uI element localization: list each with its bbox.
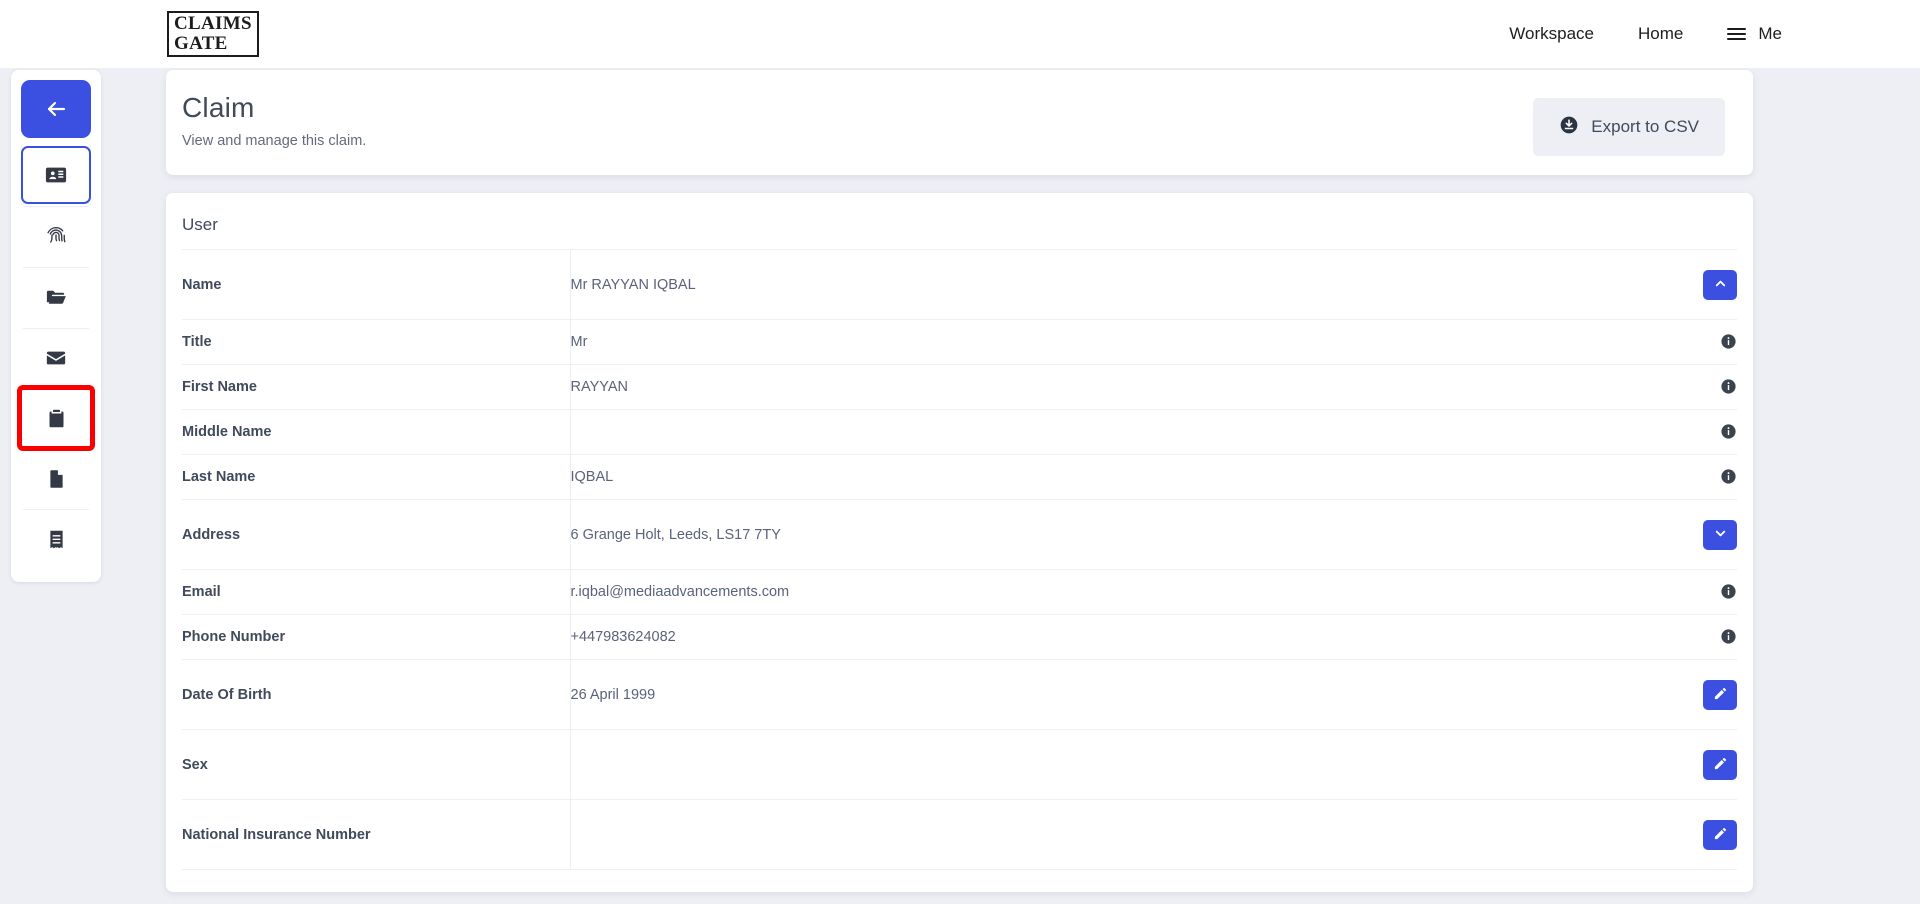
hamburger-icon xyxy=(1727,28,1747,40)
logo-line-1: CLAIMS xyxy=(174,13,252,34)
main-content: Claim View and manage this claim. Export… xyxy=(166,70,1753,892)
id-card-icon xyxy=(45,164,67,186)
folder-icon xyxy=(45,286,68,309)
sidebar-item-mail[interactable] xyxy=(21,329,91,387)
row-value: +447983624082 xyxy=(570,629,676,645)
info-icon[interactable] xyxy=(1720,423,1737,440)
row-action xyxy=(1647,570,1737,615)
table-row: Email r.iqbal@mediaadvancements.com xyxy=(182,569,1737,615)
table-row: Name Mr RAYYAN IQBAL xyxy=(182,249,1737,320)
row-value: 6 Grange Holt, Leeds, LS17 7TY xyxy=(570,526,781,543)
row-label: National Insurance Number xyxy=(182,799,571,870)
edit-national-insurance-number-button[interactable] xyxy=(1703,819,1737,850)
table-row: Address 6 Grange Holt, Leeds, LS17 7TY xyxy=(182,499,1737,570)
row-label: Phone Number xyxy=(182,614,571,660)
nav-links: Workspace Home Me xyxy=(1509,0,1782,68)
arrow-left-icon xyxy=(44,97,68,121)
chevron-up-icon xyxy=(1713,276,1728,294)
row-value: Mr xyxy=(570,334,588,350)
nav-home[interactable]: Home xyxy=(1638,24,1683,44)
file-icon xyxy=(46,468,67,489)
download-circle-icon xyxy=(1559,115,1579,140)
row-action xyxy=(1647,250,1737,320)
info-icon[interactable] xyxy=(1720,583,1737,600)
pencil-icon xyxy=(1713,826,1728,844)
info-icon[interactable] xyxy=(1720,628,1737,645)
pencil-icon xyxy=(1713,756,1728,774)
row-action xyxy=(1647,615,1737,660)
table-row: Middle Name xyxy=(182,409,1737,455)
row-label: Name xyxy=(182,249,571,320)
edit-sex-button[interactable] xyxy=(1703,749,1737,780)
pencil-icon xyxy=(1713,686,1728,704)
sidebar-item-claim[interactable] xyxy=(17,385,95,451)
top-navigation-bar: CLAIMS GATE Workspace Home Me xyxy=(0,0,1920,68)
row-action xyxy=(1647,730,1737,800)
table-row: Sex xyxy=(182,729,1737,800)
left-icon-rail xyxy=(11,70,101,582)
sidebar-item-folder[interactable] xyxy=(21,268,91,326)
page-title: Claim xyxy=(182,92,255,123)
row-value: 26 April 1999 xyxy=(570,686,656,703)
sidebar-item-document[interactable] xyxy=(21,449,91,507)
sidebar-item-id-card[interactable] xyxy=(21,146,91,204)
collapse-name-button[interactable] xyxy=(1703,269,1737,300)
row-value: IQBAL xyxy=(570,469,614,485)
info-icon[interactable] xyxy=(1720,468,1737,485)
info-icon[interactable] xyxy=(1720,378,1737,395)
expand-address-button[interactable] xyxy=(1703,519,1737,550)
export-to-csv-button[interactable]: Export to CSV xyxy=(1533,98,1725,156)
page-header-text: Claim View and manage this claim. xyxy=(182,92,366,149)
chevron-down-icon xyxy=(1713,526,1728,544)
row-label: First Name xyxy=(182,364,571,410)
receipt-icon xyxy=(46,529,67,550)
table-row: Phone Number +447983624082 xyxy=(182,614,1737,660)
row-action xyxy=(1647,320,1737,365)
row-action xyxy=(1647,410,1737,455)
row-label: Middle Name xyxy=(182,409,571,455)
page-subtitle: View and manage this claim. xyxy=(182,133,367,149)
row-value xyxy=(570,730,1647,800)
row-value: r.iqbal@mediaadvancements.com xyxy=(570,584,790,600)
row-label: Sex xyxy=(182,729,571,800)
user-section-card: User Name Mr RAYYAN IQBAL Title Mr First… xyxy=(166,193,1753,892)
page-header-card: Claim View and manage this claim. Export… xyxy=(166,70,1753,175)
sidebar-item-receipt[interactable] xyxy=(21,510,91,568)
table-row: Date Of Birth 26 April 1999 xyxy=(182,659,1737,730)
row-action xyxy=(1647,365,1737,410)
row-label: Email xyxy=(182,569,571,615)
row-action xyxy=(1647,500,1737,570)
sidebar-item-fingerprint[interactable] xyxy=(21,207,91,265)
row-value: RAYYAN xyxy=(570,379,628,395)
nav-me-label: Me xyxy=(1758,24,1782,43)
row-label: Date Of Birth xyxy=(182,659,571,730)
edit-date-of-birth-button[interactable] xyxy=(1703,679,1737,710)
row-action xyxy=(1647,660,1737,730)
row-action xyxy=(1647,455,1737,500)
row-action xyxy=(1647,800,1737,870)
user-section-title: User xyxy=(182,215,218,234)
info-icon[interactable] xyxy=(1720,333,1737,350)
clipboard-icon xyxy=(46,408,67,429)
table-row: Title Mr xyxy=(182,319,1737,365)
user-details-body: Name Mr RAYYAN IQBAL Title Mr First Name… xyxy=(182,249,1737,870)
table-row: First Name RAYYAN xyxy=(182,364,1737,410)
row-value xyxy=(570,800,1647,870)
fingerprint-icon xyxy=(45,225,67,247)
claims-gate-logo[interactable]: CLAIMS GATE xyxy=(167,11,259,57)
user-details-table: Name Mr RAYYAN IQBAL Title Mr First Name… xyxy=(182,249,1737,870)
row-label: Last Name xyxy=(182,454,571,500)
table-row: National Insurance Number xyxy=(182,799,1737,870)
logo-line-2: GATE xyxy=(174,33,228,54)
nav-me[interactable]: Me xyxy=(1727,24,1782,44)
row-label: Title xyxy=(182,319,571,365)
row-value xyxy=(570,410,1647,455)
sidebar-item-back[interactable] xyxy=(21,80,91,138)
envelope-icon xyxy=(45,347,67,369)
table-row: Last Name IQBAL xyxy=(182,454,1737,500)
nav-workspace[interactable]: Workspace xyxy=(1509,24,1594,44)
row-label: Address xyxy=(182,499,571,570)
row-value: Mr RAYYAN IQBAL xyxy=(570,276,696,293)
export-to-csv-label: Export to CSV xyxy=(1591,117,1699,136)
